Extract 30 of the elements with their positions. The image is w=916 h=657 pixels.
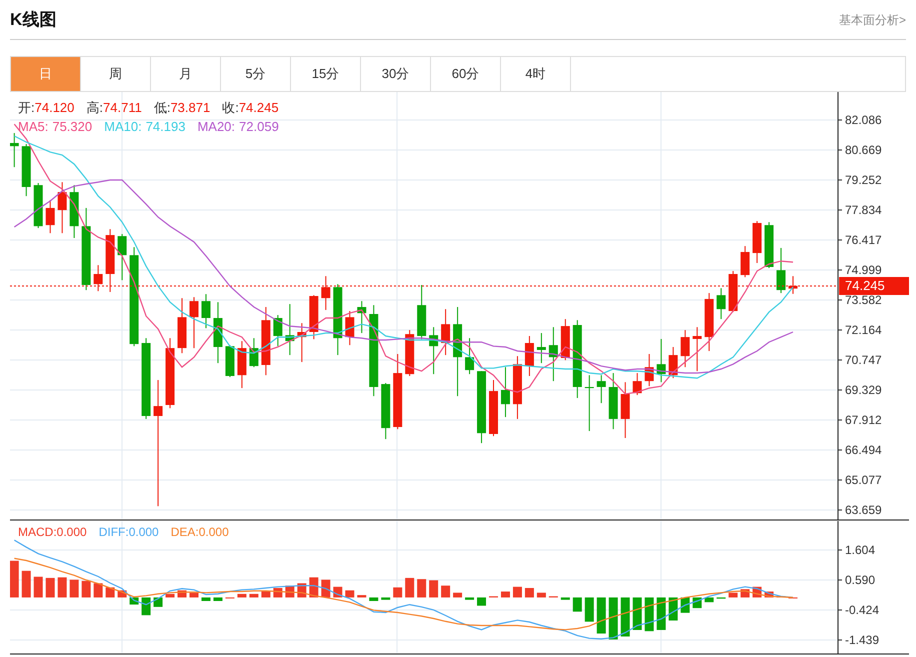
axis-label: 77.834 [845,203,882,217]
legend-item: 收:74.245 [222,99,279,117]
axis-label: 63.659 [845,503,882,517]
legend-item: DEA:0.000 [170,524,229,541]
axis-label: 70.747 [845,352,882,367]
axis-label: 66.494 [845,443,882,457]
page-title: K线图 [10,8,56,31]
axis-label: 67.912 [845,412,882,427]
legend-item: MACD:0.000 [18,524,87,541]
legend-item: MA10: 74.193 [104,118,186,136]
legend-item: DIFF:0.000 [98,524,159,541]
legend-item: 开:74.120 [18,99,74,117]
axis-label: 82.086 [845,113,882,127]
axis-label: 74.999 [845,263,882,277]
axis-label: -1.439 [845,633,880,647]
legend-item: MA20: 72.059 [197,118,279,136]
axis-label: 69.329 [845,383,882,397]
axis-label: 80.669 [845,143,882,157]
legend-item: 高:74.711 [86,99,142,117]
legend-item: MA5: 75.320 [18,118,92,136]
axis-label: 65.077 [845,473,882,487]
axis-label: 79.252 [845,172,882,187]
last-price-label: 74.245 [839,276,909,295]
legend-item: 低:73.871 [154,99,210,117]
axis-label: 0.590 [845,573,876,587]
axis-label: 73.582 [845,292,882,307]
axis-label: -0.424 [845,603,880,617]
axis-label: 1.604 [845,543,876,558]
axis-label: 72.164 [845,323,882,337]
axis-label: 76.417 [845,232,882,247]
